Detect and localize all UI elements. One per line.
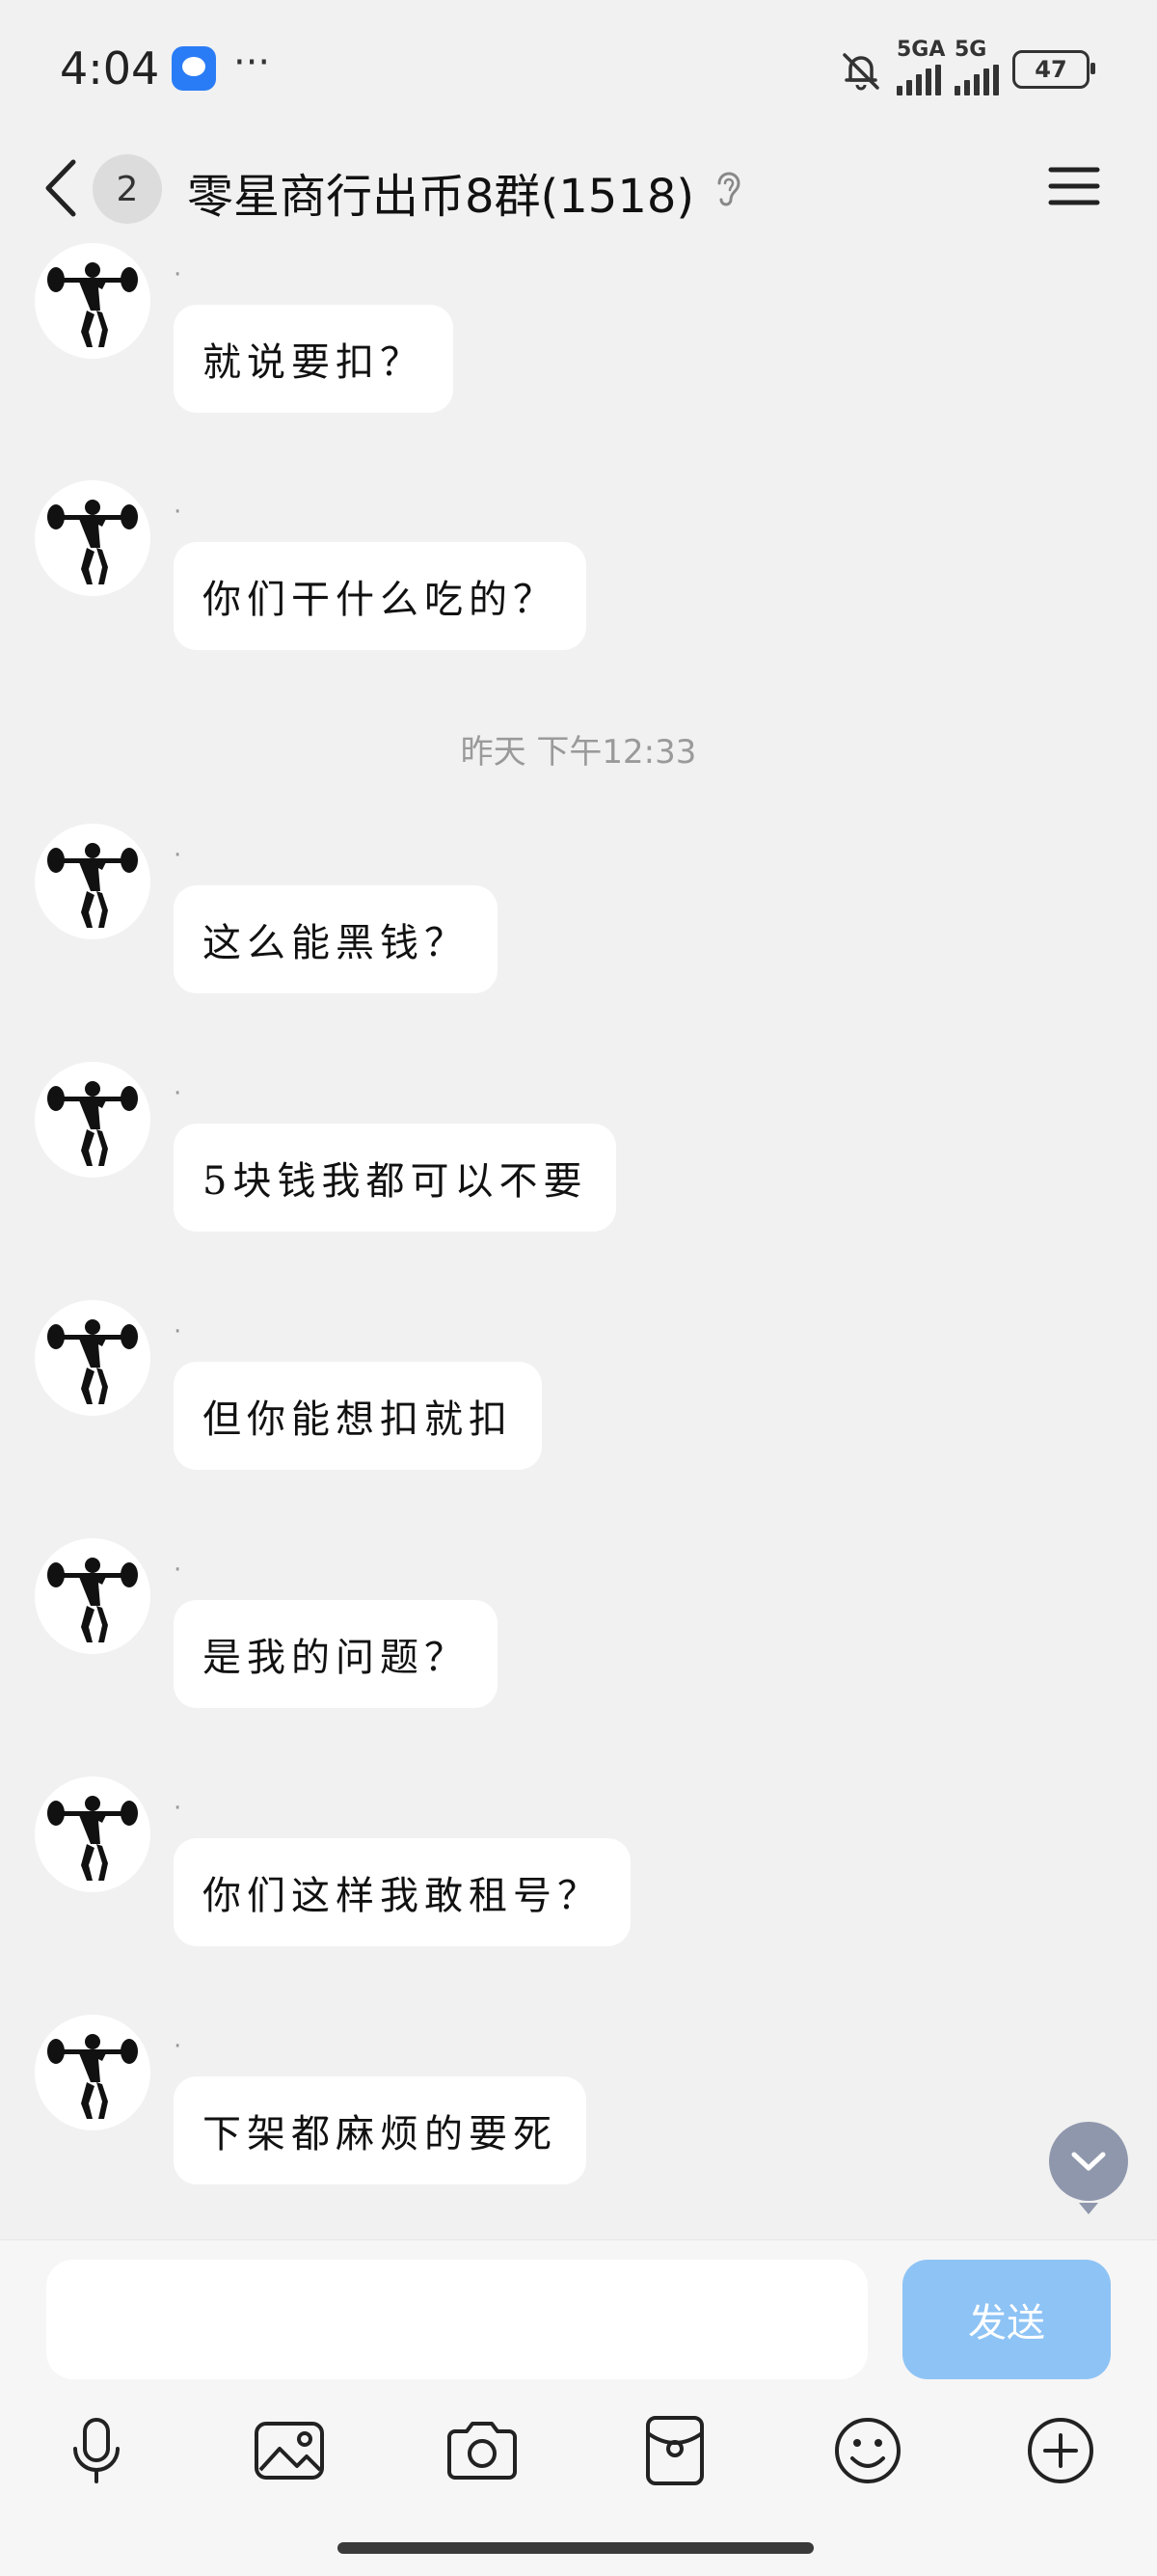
input-panel: 发送 [0,2239,1157,2576]
menu-icon[interactable] [1047,162,1101,210]
avatar[interactable] [35,1776,150,1892]
sender-name: · [174,498,182,527]
sender-name: · [174,1317,182,1346]
message-bubble[interactable]: 下架都麻烦的要死 [174,2076,586,2184]
sender-name: · [174,1556,182,1585]
unread-count-badge[interactable]: 2 [93,154,162,224]
message-bubble[interactable]: 这么能黑钱？ [174,885,498,993]
status-time: 4:04 [60,42,160,95]
message-bubble[interactable]: 你们干什么吃的？ [174,542,586,650]
input-toolbar [0,2410,1157,2507]
status-indicators: 5GA 5G 47 [839,38,1095,95]
avatar[interactable] [35,824,150,939]
emoji-icon[interactable] [827,2410,908,2491]
signal-5g: 5G [955,38,999,95]
send-button[interactable]: 发送 [902,2260,1111,2379]
message-bubble[interactable]: 但你能想扣就扣 [174,1362,542,1470]
plus-icon[interactable] [1020,2410,1101,2491]
battery-indicator: 47 [1012,50,1095,89]
mic-icon[interactable] [56,2410,137,2491]
camera-icon[interactable] [442,2410,523,2491]
sender-name: · [174,841,182,870]
message-input[interactable] [46,2260,868,2379]
avatar[interactable] [35,243,150,359]
ear-mode-icon[interactable] [712,168,746,212]
message-bubble[interactable]: 就说要扣？ [174,305,453,413]
more-notifications-icon: ··· [233,41,271,85]
scroll-to-bottom-button[interactable] [1049,2122,1128,2214]
back-arrow-icon[interactable] [40,156,83,220]
avatar[interactable] [35,1062,150,1178]
chevron-down-icon [1071,2152,1106,2171]
sender-name: · [174,1794,182,1823]
chat-header: 2 零星商行出币8群(1518) [0,135,1157,241]
message-bubble[interactable]: 5块钱我都可以不要 [174,1124,617,1232]
red-packet-icon[interactable] [634,2410,715,2491]
avatar[interactable] [35,480,150,596]
status-bar: 4:04 ··· 5GA 5G 47 [0,0,1157,135]
signal-5ga: 5GA [897,38,945,95]
avatar[interactable] [35,1538,150,1654]
avatar[interactable] [35,2015,150,2130]
message-bubble[interactable]: 是我的问题？ [174,1600,498,1708]
chat-timestamp: 昨天 下午12:33 [460,733,697,772]
chat-message-list: · 就说要扣？ · 你们干什么吃的？ · 这么能黑钱？ · 5块钱我都可以不要 · 但你能想扣就扣… [0,241,1157,2237]
sender-name: · [174,2032,182,2061]
message-bubble[interactable]: 你们这样我敢租号？ [174,1838,631,1946]
group-title: 零星商行出币8群(1518) [187,170,695,224]
bell-muted-icon [843,53,879,91]
avatar[interactable] [35,1300,150,1416]
sender-name: · [174,1079,182,1108]
app-notification-icon [172,46,216,91]
sender-name: · [174,260,182,289]
home-indicator[interactable] [337,2542,814,2554]
image-icon[interactable] [249,2410,330,2491]
